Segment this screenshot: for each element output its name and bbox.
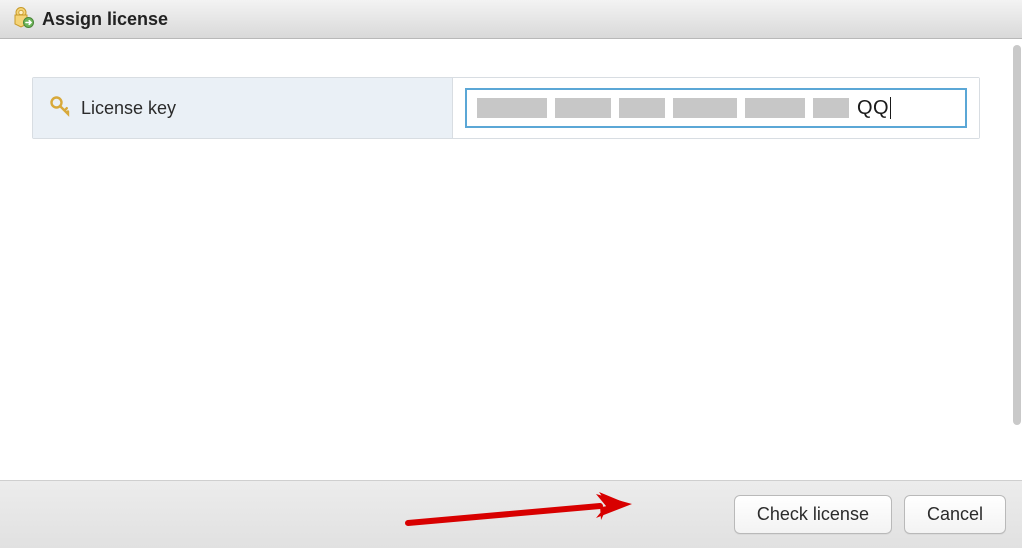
license-field-row: License key QQ (32, 77, 980, 139)
assign-license-icon (12, 6, 34, 32)
text-caret (890, 97, 891, 119)
check-license-button[interactable]: Check license (734, 495, 892, 534)
key-icon (49, 95, 71, 121)
redacted-segment (813, 98, 849, 118)
dialog-footer: Check license Cancel (0, 480, 1022, 548)
redacted-segment (619, 98, 665, 118)
redacted-segment (477, 98, 547, 118)
vertical-scrollbar[interactable] (1012, 39, 1022, 480)
license-key-visible-tail: QQ (857, 97, 889, 120)
annotation-arrow-icon (400, 491, 640, 539)
dialog-title: Assign license (42, 9, 168, 30)
redacted-segment (555, 98, 611, 118)
dialog-titlebar: Assign license (0, 0, 1022, 39)
license-label: License key (81, 98, 176, 119)
license-key-input[interactable]: QQ (465, 88, 967, 128)
license-label-cell: License key (33, 78, 453, 138)
cancel-button[interactable]: Cancel (904, 495, 1006, 534)
redacted-segment (745, 98, 805, 118)
scrollbar-thumb[interactable] (1013, 45, 1021, 425)
content-area: License key QQ (0, 39, 1012, 480)
dialog-body: License key QQ (0, 39, 1022, 480)
redacted-segment (673, 98, 737, 118)
license-input-cell: QQ (453, 78, 979, 138)
